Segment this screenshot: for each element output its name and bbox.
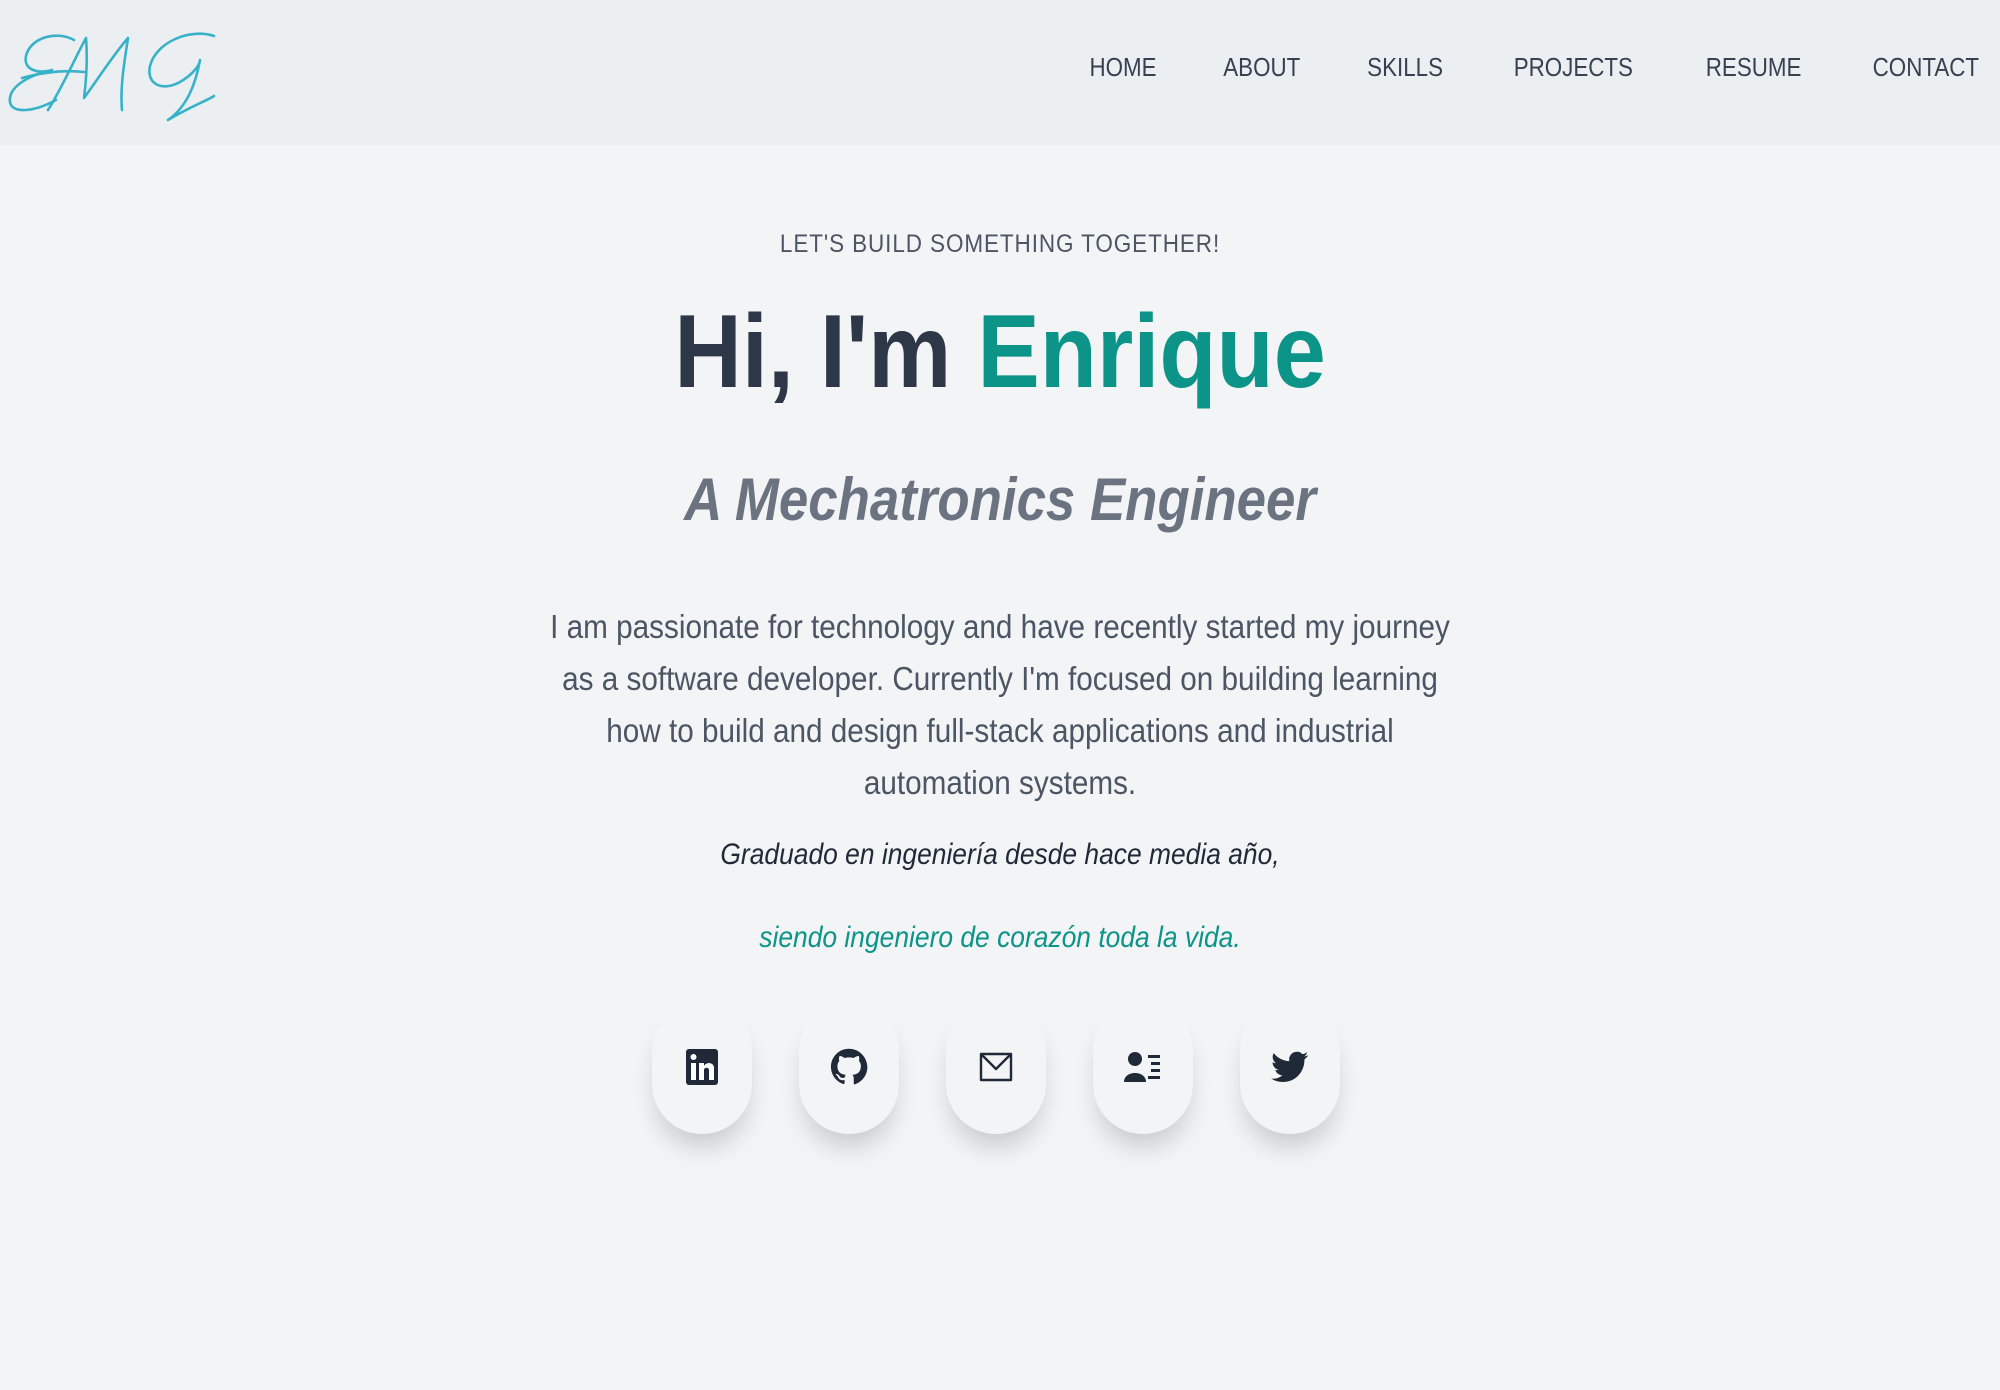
logo[interactable] [4, 26, 218, 122]
hero-quote-line2: siendo ingeniero de corazón toda la vida… [759, 921, 1241, 954]
mail-icon [979, 1052, 1013, 1082]
nav-projects[interactable]: PROJECTS [1514, 52, 1633, 83]
hero-greeting: Hi, I'm [674, 294, 978, 410]
contact-button[interactable] [1093, 1000, 1193, 1134]
nav-about[interactable]: ABOUT [1223, 52, 1300, 83]
email-button[interactable] [946, 1000, 1046, 1134]
hero-eyebrow: LET'S BUILD SOMETHING TOGETHER! [779, 230, 1221, 258]
hero-role: A Mechatronics Engineer [684, 466, 1316, 533]
twitter-icon [1271, 1051, 1309, 1083]
github-button[interactable] [799, 1000, 899, 1134]
linkedin-icon [686, 1049, 718, 1085]
github-icon [830, 1048, 868, 1085]
main-nav: HOME ABOUT SKILLS PROJECTS RESUME CONTAC… [1084, 52, 1988, 83]
nav-contact[interactable]: CONTACT [1873, 52, 1979, 83]
hero-quote-line1: Graduado en ingeniería desde hace media … [720, 838, 1280, 871]
hero-headline: Hi, I'm Enrique [100, 290, 1900, 415]
nav-resume[interactable]: RESUME [1706, 52, 1802, 83]
linkedin-button[interactable] [652, 1000, 752, 1134]
hero-name: Enrique [977, 294, 1326, 410]
social-links [652, 1000, 1340, 1134]
hero-bio: I am passionate for technology and have … [550, 608, 1450, 801]
nav-skills[interactable]: SKILLS [1367, 52, 1443, 83]
contact-card-icon [1124, 1052, 1160, 1082]
twitter-button[interactable] [1240, 1000, 1340, 1134]
navbar: HOME ABOUT SKILLS PROJECTS RESUME CONTAC… [0, 0, 2000, 145]
nav-home[interactable]: HOME [1089, 52, 1156, 83]
